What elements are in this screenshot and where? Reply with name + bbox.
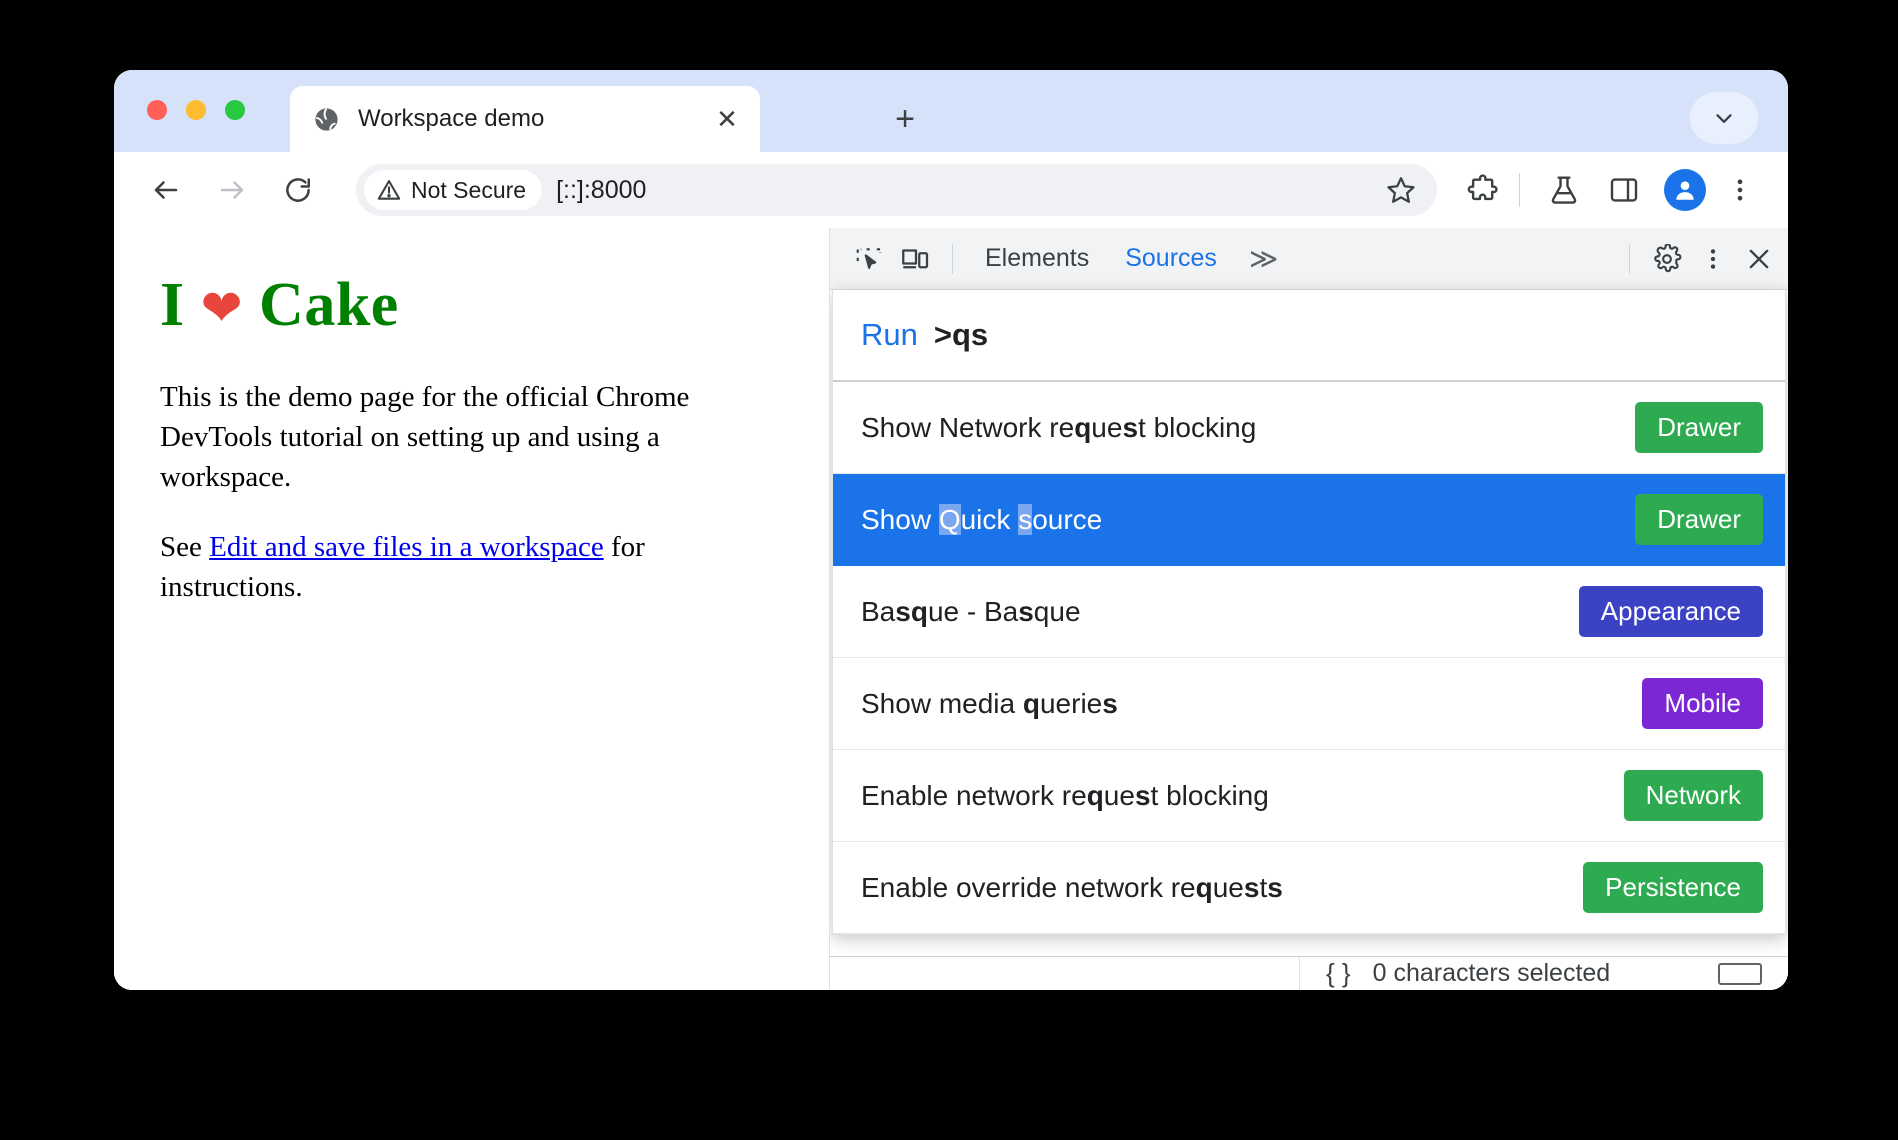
profile-avatar[interactable] bbox=[1664, 169, 1706, 211]
devtools-close-icon[interactable] bbox=[1736, 236, 1782, 282]
inspect-element-icon[interactable] bbox=[846, 236, 892, 282]
command-menu-input[interactable]: >qs bbox=[934, 317, 988, 353]
url-text[interactable]: [::]:8000 bbox=[556, 176, 1379, 205]
command-menu-item-label: Basque - Basque bbox=[861, 595, 1081, 627]
devtools-more-tabs-button[interactable]: ≫ bbox=[1235, 228, 1292, 290]
devtools-more-options-icon[interactable] bbox=[1690, 236, 1736, 282]
tab-strip: Workspace demo ✕ + bbox=[114, 70, 1788, 152]
command-menu-input-row[interactable]: Run >qs bbox=[833, 290, 1785, 382]
command-menu-item-badge: Persistence bbox=[1583, 862, 1763, 913]
window-minimize-button[interactable] bbox=[186, 100, 206, 120]
back-button[interactable] bbox=[140, 164, 192, 216]
workspace-doc-link[interactable]: Edit and save files in a workspace bbox=[209, 531, 604, 563]
command-menu-item-label: Show media queries bbox=[861, 687, 1118, 719]
experiments-button[interactable] bbox=[1538, 164, 1590, 216]
devtools-status-bar: { } 0 characters selected bbox=[830, 956, 1788, 990]
command-menu-item-badge: Appearance bbox=[1578, 586, 1763, 637]
close-icon[interactable]: ✕ bbox=[710, 102, 744, 136]
gear-icon[interactable] bbox=[1644, 236, 1690, 282]
flask-icon bbox=[1551, 176, 1577, 204]
page-title-pre: I bbox=[160, 271, 201, 339]
command-menu-list: Show Network request blocking Drawer Show … bbox=[833, 382, 1785, 934]
forward-button[interactable] bbox=[206, 164, 258, 216]
security-label: Not Secure bbox=[411, 176, 527, 203]
side-panel-button[interactable] bbox=[1598, 164, 1650, 216]
devtools-tab-elements[interactable]: Elements bbox=[967, 228, 1107, 290]
window-traffic-lights bbox=[147, 100, 245, 120]
status-bar-left bbox=[830, 957, 1300, 990]
security-status-not-secure[interactable]: Not Secure bbox=[364, 170, 543, 210]
three-dot-menu-icon bbox=[1737, 179, 1743, 201]
web-page-viewport: I ❤ Cake This is the demo page for the o… bbox=[114, 228, 830, 990]
heart-icon: ❤ bbox=[200, 279, 244, 337]
command-menu-item-label: Enable network request blocking bbox=[861, 779, 1269, 811]
command-menu-item-badge: Mobile bbox=[1642, 678, 1763, 729]
command-menu-item-badge: Drawer bbox=[1635, 494, 1763, 545]
command-menu-item-label: Show Quick source bbox=[861, 503, 1103, 535]
warning-triangle-icon bbox=[377, 180, 401, 200]
command-menu-item-label: Enable override network requests bbox=[861, 871, 1283, 903]
command-menu-item[interactable]: Enable override network requests Persiste… bbox=[833, 842, 1785, 934]
browser-toolbar: Not Secure [::]:8000 bbox=[114, 152, 1788, 228]
chevron-down-icon[interactable] bbox=[1690, 92, 1758, 144]
command-menu-prefix: Run bbox=[861, 317, 918, 352]
devtools-panel: Elements Sources ≫ {} 0 characters sele… bbox=[830, 228, 1788, 990]
browser-menu-button[interactable] bbox=[1714, 164, 1766, 216]
window-maximize-button[interactable] bbox=[225, 100, 245, 120]
address-bar[interactable]: Not Secure [::]:8000 bbox=[356, 164, 1437, 216]
command-menu-item[interactable]: Show Network request blocking Drawer bbox=[833, 382, 1785, 474]
device-toolbar-icon[interactable] bbox=[892, 236, 938, 282]
command-menu-item[interactable]: Show Quick source Drawer bbox=[833, 474, 1785, 566]
toolbar-divider bbox=[1519, 173, 1520, 207]
page-title: I ❤ Cake bbox=[160, 270, 783, 341]
window-close-button[interactable] bbox=[147, 100, 167, 120]
tab-title: Workspace demo bbox=[358, 105, 545, 132]
toolbar-divider bbox=[1629, 243, 1630, 274]
command-menu-item[interactable]: Enable network request blocking Network bbox=[833, 750, 1785, 842]
selection-status-text: 0 characters selected bbox=[1372, 959, 1611, 987]
curly-braces-icon[interactable]: { } bbox=[1326, 958, 1351, 989]
command-menu-item-badge: Network bbox=[1623, 770, 1763, 821]
content-area: I ❤ Cake This is the demo page for the o… bbox=[114, 228, 1788, 990]
devtools-tab-sources[interactable]: Sources bbox=[1107, 228, 1235, 290]
status-bar-right: { } 0 characters selected bbox=[1300, 958, 1788, 989]
page-paragraph-1: This is the demo page for the official C… bbox=[160, 381, 690, 494]
command-menu-item-label: Show Network request blocking bbox=[861, 411, 1257, 443]
command-menu-item[interactable]: Basque - Basque Appearance bbox=[833, 566, 1785, 658]
reload-button[interactable] bbox=[272, 164, 324, 216]
command-menu-item[interactable]: Show media queries Mobile bbox=[833, 658, 1785, 750]
person-avatar-icon bbox=[1676, 181, 1694, 200]
bookmark-star-icon[interactable] bbox=[1379, 168, 1423, 212]
page-title-post: Cake bbox=[243, 271, 399, 339]
globe-icon bbox=[312, 105, 341, 134]
new-tab-button[interactable]: + bbox=[884, 98, 926, 140]
page-paragraph-2: See Edit and save files in a workspace f… bbox=[160, 527, 783, 607]
extensions-button[interactable] bbox=[1457, 164, 1509, 216]
paragraph-2-before: See bbox=[160, 531, 210, 564]
command-menu-dialog: Run >qs Show Network request blocking Dra… bbox=[832, 290, 1786, 935]
devtools-toolbar: Elements Sources ≫ bbox=[830, 228, 1788, 290]
side-panel-icon bbox=[1610, 178, 1638, 202]
browser-window: Workspace demo ✕ + Not Secure [::]:8000 … bbox=[114, 70, 1788, 990]
console-drawer-icon[interactable] bbox=[1718, 962, 1762, 985]
puzzle-piece-icon bbox=[1467, 174, 1498, 201]
browser-tab-workspace-demo[interactable]: Workspace demo ✕ bbox=[290, 86, 760, 152]
toolbar-divider bbox=[952, 243, 953, 274]
command-menu-item-badge: Drawer bbox=[1635, 402, 1763, 453]
